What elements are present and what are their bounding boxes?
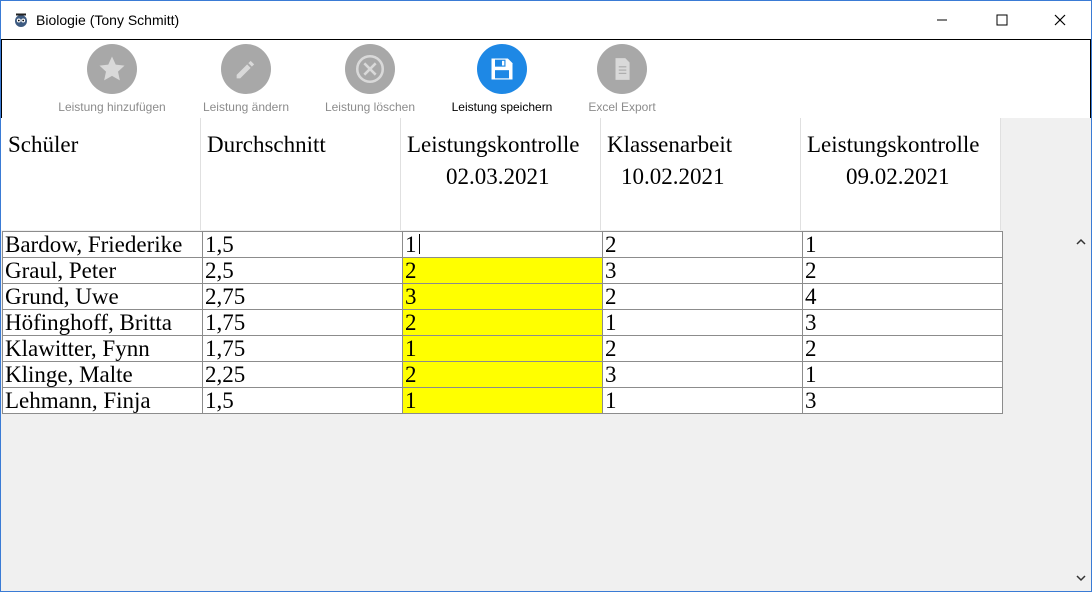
header-assessment-3[interactable]: Leistungskontrolle 09.02.2021 [801,118,1001,230]
add-entry-button[interactable]: Leistung hinzufügen [52,44,172,116]
save-entry-button[interactable]: Leistung speichern [442,44,562,116]
grade-cell[interactable]: 3 [602,361,803,388]
header-assessment-3-title: Leistungskontrolle [807,132,980,157]
window-title: Biologie (Tony Schmitt) [36,12,180,28]
table-row: Klinge, Malte 2,25 2 3 1 [2,361,1003,388]
excel-export-button[interactable]: Excel Export [574,44,670,116]
student-name-cell[interactable]: Graul, Peter [2,257,203,284]
grade-cell[interactable]: 1 [602,309,803,336]
pencil-icon [221,44,271,94]
grade-cell[interactable]: 2 [802,335,1003,362]
grade-cell[interactable]: 1 [602,387,803,414]
table-row: Bardow, Friederike 1,5 1 2 1 [2,231,1003,258]
header-student[interactable]: Schüler [1,118,201,230]
app-owl-icon [15,13,27,27]
star-icon [87,44,137,94]
average-cell[interactable]: 1,5 [202,231,403,258]
table-row: Lehmann, Finja 1,5 1 1 3 [2,387,1003,414]
table-row: Höfinghoff, Britta 1,75 2 1 3 [2,309,1003,336]
header-average[interactable]: Durchschnitt [201,118,401,230]
grade-cell-editing[interactable]: 1 [402,231,603,258]
delete-entry-label: Leistung löschen [324,100,416,114]
table-row: Klawitter, Fynn 1,75 1 2 2 [2,335,1003,362]
circle-x-icon [345,44,395,94]
grades-grid: Schüler Durchschnitt Leistungskontrolle … [1,118,1071,591]
maximize-button[interactable] [979,1,1025,39]
grade-cell[interactable]: 2 [802,257,1003,284]
grade-cell-highlighted[interactable]: 1 [402,387,603,414]
average-cell[interactable]: 1,75 [202,335,403,362]
header-assessment-1-title: Leistungskontrolle [407,132,580,157]
header-assessment-2[interactable]: Klassenarbeit 10.02.2021 [601,118,801,230]
minimize-button[interactable] [919,1,965,39]
average-cell[interactable]: 1,75 [202,309,403,336]
text-cursor [418,234,420,254]
close-button[interactable] [1037,1,1083,39]
add-entry-label: Leistung hinzufügen [58,100,166,114]
vertical-scrollbar[interactable] [1071,118,1091,591]
excel-export-label: Excel Export [588,100,656,114]
average-cell[interactable]: 2,25 [202,361,403,388]
maximize-icon [996,14,1008,26]
grade-cell[interactable]: 2 [602,283,803,310]
header-assessment-2-date: 10.02.2021 [621,164,725,189]
save-entry-label: Leistung speichern [451,100,553,114]
grade-value: 1 [405,232,417,257]
average-cell[interactable]: 2,75 [202,283,403,310]
document-icon [597,44,647,94]
grade-cell-highlighted[interactable]: 3 [402,283,603,310]
grade-cell[interactable]: 2 [602,335,803,362]
grade-cell[interactable]: 3 [602,257,803,284]
student-name-cell[interactable]: Höfinghoff, Britta [2,309,203,336]
grade-cell[interactable]: 2 [602,231,803,258]
student-name-cell[interactable]: Klawitter, Fynn [2,335,203,362]
header-assessment-1[interactable]: Leistungskontrolle 02.03.2021 [401,118,601,230]
grade-cell-highlighted[interactable]: 2 [402,361,603,388]
edit-entry-label: Leistung ändern [202,100,290,114]
grade-cell-highlighted[interactable]: 1 [402,335,603,362]
student-name-cell[interactable]: Lehmann, Finja [2,387,203,414]
table-row: Grund, Uwe 2,75 3 2 4 [2,283,1003,310]
header-student-label: Schüler [8,132,79,157]
grade-cell[interactable]: 3 [802,309,1003,336]
average-cell[interactable]: 1,5 [202,387,403,414]
grade-cell-highlighted[interactable]: 2 [402,257,603,284]
header-assessment-2-title: Klassenarbeit [607,132,733,157]
grade-cell[interactable]: 1 [802,231,1003,258]
app-window: Biologie (Tony Schmitt) Leistung hinzufü… [0,0,1092,592]
scroll-up-icon[interactable] [1075,236,1087,248]
header-assessment-1-date: 02.03.2021 [446,164,550,189]
scroll-down-icon[interactable] [1075,572,1087,584]
grade-cell[interactable]: 4 [802,283,1003,310]
grade-cell-highlighted[interactable]: 2 [402,309,603,336]
table-row: Graul, Peter 2,5 2 3 2 [2,257,1003,284]
student-name-cell[interactable]: Klinge, Malte [2,361,203,388]
student-name-cell[interactable]: Grund, Uwe [2,283,203,310]
close-icon [1054,14,1066,26]
delete-entry-button[interactable]: Leistung löschen [310,44,430,116]
header-average-label: Durchschnitt [207,132,326,157]
grade-cell[interactable]: 3 [802,387,1003,414]
edit-entry-button[interactable]: Leistung ändern [186,44,306,116]
grades-table: Bardow, Friederike 1,5 1 2 1 Graul, Pete… [2,231,1003,414]
student-name-cell[interactable]: Bardow, Friederike [2,231,203,258]
average-cell[interactable]: 2,5 [202,257,403,284]
header-assessment-3-date: 09.02.2021 [846,164,950,189]
toolbar: Leistung hinzufügen Leistung ändern Leis… [1,39,1091,119]
grade-cell[interactable]: 1 [802,361,1003,388]
title-bar: Biologie (Tony Schmitt) [1,1,1091,39]
minimize-icon [937,19,947,21]
floppy-disk-icon [477,44,527,94]
